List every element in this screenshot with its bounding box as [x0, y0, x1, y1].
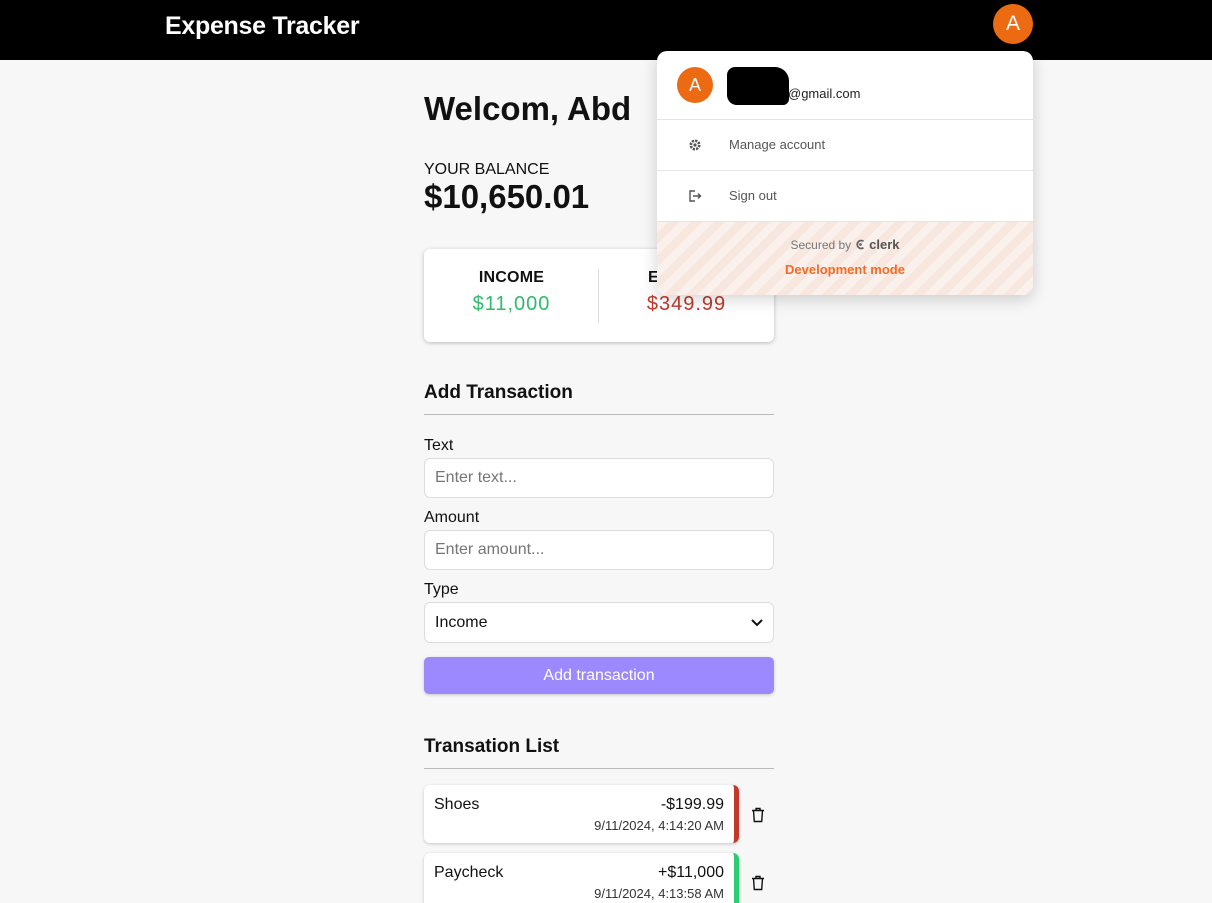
transaction-text: Shoes [434, 796, 480, 813]
clerk-brand-text: clerk [869, 237, 900, 252]
secured-by: Secured by clerk [657, 237, 1033, 252]
transaction-date: 9/11/2024, 4:14:20 AM [594, 818, 724, 833]
secured-by-label: Secured by [790, 238, 852, 252]
type-label: Type [424, 581, 459, 598]
sign-out-icon [688, 189, 702, 203]
income-value: $11,000 [472, 293, 551, 315]
expense-value: $349.99 [646, 293, 727, 315]
text-input[interactable] [424, 458, 774, 498]
balance-label: YOUR BALANCE [424, 161, 550, 178]
amount-label: Amount [424, 509, 480, 526]
trash-icon[interactable] [751, 807, 767, 825]
sign-out-button[interactable]: Sign out [657, 171, 1033, 222]
add-transaction-title: Add Transaction [424, 382, 774, 415]
redacted-username [727, 67, 789, 105]
amount-input[interactable] [424, 530, 774, 570]
user-menu-popover: A @gmail.com Manage account Sign out Sec… [657, 51, 1033, 295]
app-title: Expense Tracker [165, 12, 360, 40]
transaction-list-title: Transation List [424, 736, 774, 769]
user-menu-footer: Secured by clerk Development mode [657, 222, 1033, 295]
user-avatar-button[interactable]: A [993, 4, 1033, 44]
sign-out-label: Sign out [729, 188, 777, 203]
transaction-amount: +$11,000 [658, 864, 724, 881]
transaction-item: Shoes -$199.99 9/11/2024, 4:14:20 AM [424, 785, 739, 843]
transaction-item: Paycheck +$11,000 9/11/2024, 4:13:58 AM [424, 853, 739, 903]
income-summary: INCOME $11,000 [424, 269, 599, 316]
chevron-down-icon [751, 616, 763, 630]
transaction-amount: -$199.99 [660, 796, 724, 813]
trash-icon[interactable] [751, 875, 767, 893]
clerk-logo: clerk [855, 237, 900, 252]
transaction-date: 9/11/2024, 4:13:58 AM [594, 886, 724, 901]
transaction-text: Paycheck [434, 864, 504, 881]
type-select-value: Income [435, 613, 488, 631]
gear-icon [688, 138, 702, 152]
add-transaction-button[interactable]: Add transaction [424, 657, 774, 694]
user-email: @gmail.com [788, 86, 861, 101]
type-select[interactable]: Income [424, 602, 774, 643]
welcome-heading: Welcom, Abd [424, 90, 632, 127]
user-menu-avatar: A [677, 67, 713, 103]
development-mode-label: Development mode [785, 262, 905, 277]
income-label: INCOME [478, 269, 545, 286]
balance-value: $10,650.01 [424, 178, 590, 215]
user-menu-header: A @gmail.com [657, 51, 1033, 120]
manage-account-label: Manage account [729, 137, 826, 152]
text-label: Text [424, 437, 454, 454]
manage-account-button[interactable]: Manage account [657, 120, 1033, 171]
